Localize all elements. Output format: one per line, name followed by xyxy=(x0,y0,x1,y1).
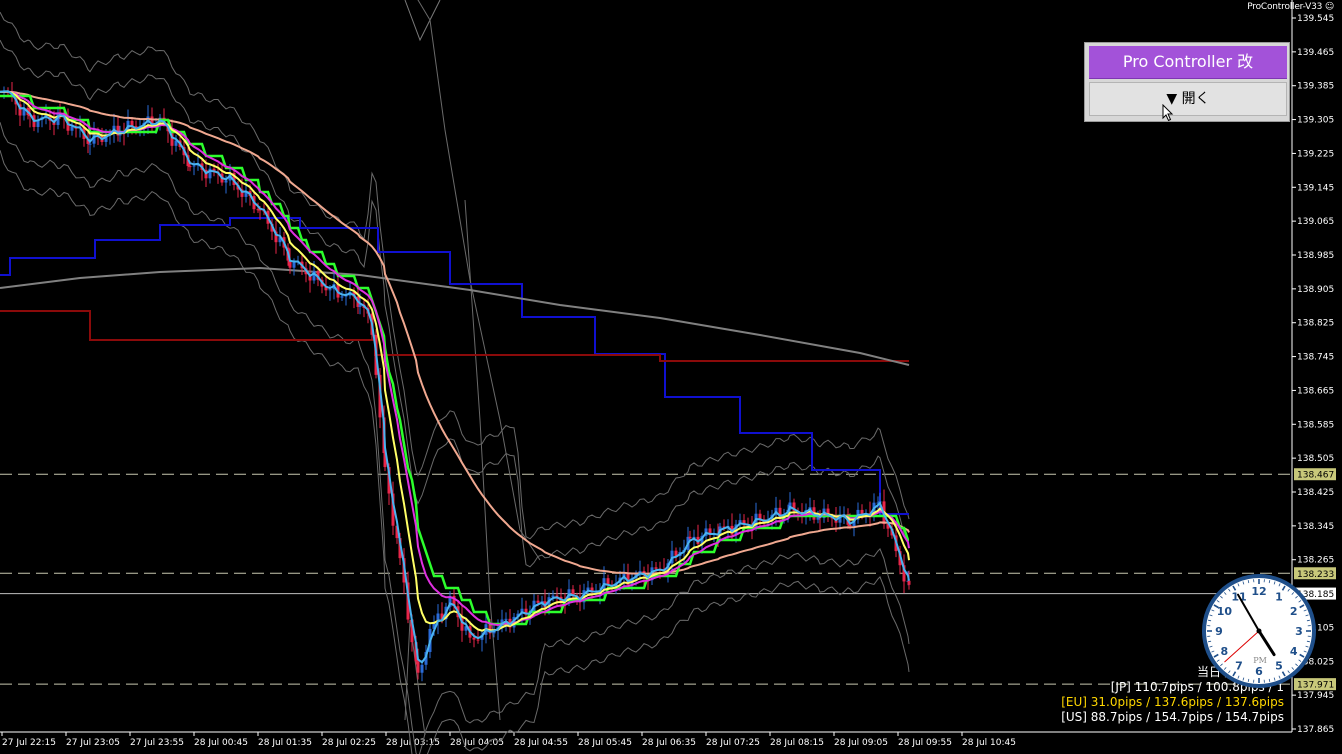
band-spike xyxy=(404,0,441,42)
price-tick-label: 137.945 xyxy=(1297,691,1334,701)
price-tick-label: 139.465 xyxy=(1297,48,1334,58)
fast-ma-line xyxy=(0,90,910,664)
volatility-row-us: [US] 88.7pips / 154.7pips / 154.7pips xyxy=(1061,710,1284,724)
price-tick-label: 138.745 xyxy=(1297,353,1334,363)
pro-controller-panel: Pro Controller 改 ▼ 開く xyxy=(1084,42,1290,122)
clock-number: 10 xyxy=(1217,605,1233,618)
panel-open-button[interactable]: ▼ 開く xyxy=(1089,82,1287,116)
clock-number: 5 xyxy=(1275,660,1283,673)
time-tick-label: 28 Jul 10:45 xyxy=(962,738,1016,748)
price-tag: 138.467 xyxy=(1297,471,1334,481)
candle-body xyxy=(504,618,508,620)
price-tick-label: 139.385 xyxy=(1297,82,1334,92)
ea-name-label: ProController-V33 ☺ xyxy=(1247,2,1334,12)
clock-number: 1 xyxy=(1275,590,1283,603)
clock-number: 2 xyxy=(1290,605,1298,618)
price-tick-label: 139.145 xyxy=(1297,183,1334,193)
time-tick-label: 27 Jul 23:05 xyxy=(66,738,120,748)
clock-center xyxy=(1256,628,1262,634)
band-line xyxy=(0,11,910,540)
candle-body xyxy=(416,661,420,673)
candle-body xyxy=(472,637,476,640)
mouse-cursor-icon xyxy=(1162,104,1174,122)
panel-title[interactable]: Pro Controller 改 xyxy=(1089,46,1287,79)
candle-body xyxy=(688,536,692,539)
step-lines xyxy=(0,217,910,515)
candle-body xyxy=(654,567,658,569)
candle-body xyxy=(188,166,192,168)
price-tick-label: 139.545 xyxy=(1297,14,1334,24)
bollinger-bands xyxy=(0,0,910,754)
clock-number: 8 xyxy=(1221,645,1229,658)
time-tick-label: 28 Jul 07:25 xyxy=(706,738,760,748)
time-tick-label: 28 Jul 08:15 xyxy=(770,738,824,748)
price-tick-label: 138.345 xyxy=(1297,522,1334,532)
price-tick-label: 138.425 xyxy=(1297,488,1334,498)
clock-ampm: PM xyxy=(1253,656,1267,665)
price-tick-label: 138.985 xyxy=(1297,251,1334,261)
price-tick-label: 138.825 xyxy=(1297,319,1334,329)
candle-body xyxy=(328,289,332,291)
time-tick-label: 27 Jul 22:15 xyxy=(2,738,56,748)
salmon-ma-line xyxy=(0,90,910,575)
price-tick-label: 138.505 xyxy=(1297,454,1334,464)
price-tick-label: 137.865 xyxy=(1297,725,1334,735)
clock-number: 9 xyxy=(1215,625,1223,638)
candle-body xyxy=(476,639,480,641)
time-axis: 27 Jul 22:15 27 Jul 23:05 27 Jul 23:55 28 J… xyxy=(1,732,1016,748)
candle-body xyxy=(536,600,540,603)
time-tick-label: 28 Jul 09:05 xyxy=(834,738,888,748)
darkred-step-line xyxy=(0,310,909,362)
price-tick-label: 138.265 xyxy=(1297,556,1334,566)
clock-number: 3 xyxy=(1295,625,1303,638)
blue-step-line xyxy=(0,217,909,515)
clock-number: 4 xyxy=(1290,645,1298,658)
time-tick-label: 28 Jul 09:55 xyxy=(898,738,952,748)
time-tick-label: 27 Jul 23:55 xyxy=(130,738,184,748)
time-tick-label: 28 Jul 00:45 xyxy=(194,738,248,748)
candle-body xyxy=(88,143,92,145)
price-tick-label: 138.905 xyxy=(1297,285,1334,295)
candle-body xyxy=(224,180,228,183)
price-tick-label: 138.665 xyxy=(1297,386,1334,396)
smiley-icon: ☺ xyxy=(1324,2,1334,12)
magenta-ma-line xyxy=(0,90,910,626)
time-tick-label: 28 Jul 02:25 xyxy=(322,738,376,748)
price-tick-label: 138.585 xyxy=(1297,420,1334,430)
volatility-row-eu: [EU] 31.0pips / 137.6pips / 137.6pips xyxy=(1061,695,1284,709)
time-tick-label: 28 Jul 01:35 xyxy=(258,738,312,748)
time-tick-label: 28 Jul 04:55 xyxy=(514,738,568,748)
price-tick-label: 139.305 xyxy=(1297,116,1334,126)
clock-number: 6 xyxy=(1255,665,1263,678)
clock-number: 7 xyxy=(1235,660,1243,673)
candle-body xyxy=(420,664,424,673)
candle-body xyxy=(848,524,852,527)
candlesticks xyxy=(2,81,911,682)
gray-ma-line xyxy=(0,266,910,366)
moving-averages xyxy=(0,90,910,664)
candle-body xyxy=(340,296,344,298)
clock-number: 12 xyxy=(1251,585,1266,598)
band-line xyxy=(0,122,910,754)
candle-body xyxy=(192,165,196,167)
candle-body xyxy=(292,262,296,268)
band-line xyxy=(417,0,541,561)
price-tick-label: 139.225 xyxy=(1297,149,1334,159)
candle-body xyxy=(70,126,74,131)
analog-clock: 121234567891011 PM xyxy=(1202,574,1316,688)
time-tick-label: 28 Jul 06:35 xyxy=(642,738,696,748)
candle-body xyxy=(907,580,911,585)
time-tick-label: 28 Jul 05:45 xyxy=(578,738,632,748)
price-tick-label: 139.065 xyxy=(1297,217,1334,227)
